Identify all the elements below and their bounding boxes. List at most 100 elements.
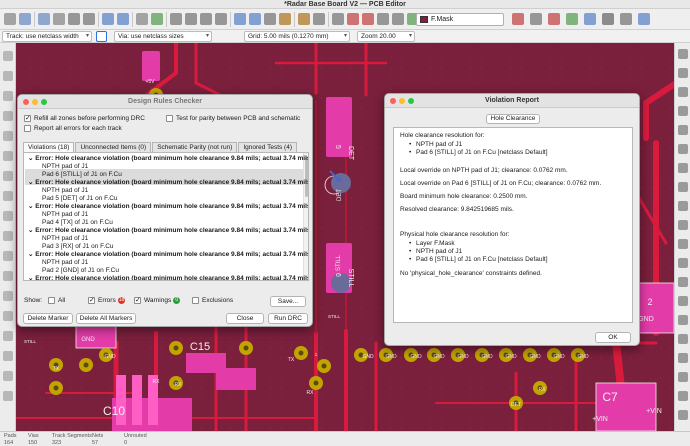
rule-area-icon[interactable]	[678, 220, 688, 230]
unlock-icon[interactable]	[298, 13, 310, 25]
report-all-checkbox[interactable]: Report all errors for each track	[24, 125, 122, 132]
dimension-tool-icon[interactable]	[678, 353, 688, 363]
pad-sketch-icon[interactable]	[3, 291, 13, 301]
rotate-cw-icon[interactable]	[249, 13, 261, 25]
measure-tool-icon[interactable]	[678, 410, 688, 420]
violation-item[interactable]: NPTH pad of J1	[42, 187, 88, 195]
tab-violations[interactable]: Violations (18)	[23, 142, 75, 152]
violation-row[interactable]: ⌄ Error: Hole clearance violation (board…	[28, 203, 308, 211]
close-window-button[interactable]	[390, 98, 396, 104]
route-track-icon[interactable]	[678, 125, 688, 135]
select-tool-icon[interactable]	[678, 49, 688, 59]
refresh-icon[interactable]	[151, 13, 163, 25]
save-report-button[interactable]: Save...	[270, 296, 306, 307]
plugin-icon[interactable]	[620, 13, 632, 25]
scripting-icon[interactable]	[602, 13, 614, 25]
circle-tool-icon[interactable]	[678, 296, 688, 306]
footprint-tool-icon[interactable]	[678, 106, 688, 116]
ok-button[interactable]: OK	[595, 332, 631, 343]
rectangle-tool-icon[interactable]	[678, 277, 688, 287]
local-ratsnest-icon[interactable]	[678, 87, 688, 97]
tab-unconnected[interactable]: Unconnected Items (0)	[75, 142, 152, 152]
save-icon[interactable]	[38, 13, 50, 25]
violation-item[interactable]: NPTH pad of J1	[42, 235, 88, 243]
rotate-ccw-icon[interactable]	[234, 13, 246, 25]
route-pair-icon[interactable]	[678, 144, 688, 154]
test-parity-checkbox[interactable]: Test for parity between PCB and schemati…	[166, 115, 300, 122]
refill-zones-checkbox[interactable]: Refill all zones before performing DRC	[24, 114, 145, 122]
violation-row[interactable]: ⌄ Error: Hole clearance violation (board…	[28, 155, 308, 163]
via-size-select[interactable]: Via: use netclass sizes ▾	[114, 31, 212, 42]
text-tool-icon[interactable]	[678, 334, 688, 344]
grid-icon[interactable]	[3, 91, 13, 101]
violation-row[interactable]: ⌄ Error: Hole clearance violation (board…	[28, 227, 308, 235]
flip-icon[interactable]	[264, 13, 276, 25]
tune-length-icon[interactable]	[678, 163, 688, 173]
polar-coords-icon[interactable]	[3, 111, 13, 121]
violation-row[interactable]: ⌄ Error: Hole clearance violation (board…	[28, 275, 308, 280]
violations-scrollbar[interactable]	[303, 153, 308, 280]
line-tool-icon[interactable]	[678, 239, 688, 249]
page-settings-icon[interactable]	[53, 13, 65, 25]
auto-width-toggle[interactable]	[96, 31, 107, 42]
track-sketch-icon[interactable]	[3, 331, 13, 341]
help-icon[interactable]	[638, 13, 650, 25]
undo-icon[interactable]	[102, 13, 114, 25]
violation-row[interactable]: ⌄ Error: Hole clearance violation (board…	[28, 251, 308, 259]
zoom-in-icon[interactable]	[170, 13, 182, 25]
violation-item[interactable]: Pad 6 [STILL] of J1 on F.Cu	[42, 171, 122, 179]
drc-marker-icon[interactable]	[3, 71, 13, 81]
cursor-style-icon[interactable]	[3, 191, 13, 201]
minimize-window-button[interactable]	[399, 98, 405, 104]
group-icon[interactable]	[313, 13, 325, 25]
filter-warnings-checkbox[interactable]: Warnings0	[134, 296, 181, 304]
violation-item[interactable]: NPTH pad of J1	[42, 211, 88, 219]
highlight-net-icon[interactable]	[678, 68, 688, 78]
lock-icon[interactable]	[279, 13, 291, 25]
zoom-out-icon[interactable]	[185, 13, 197, 25]
mils-icon[interactable]	[3, 151, 13, 161]
drc-icon[interactable]	[548, 13, 560, 25]
violation-item[interactable]: Pad 3 [RX] of J1 on F.Cu	[42, 243, 114, 251]
zoom-window-button[interactable]	[408, 98, 414, 104]
scrollbar-thumb[interactable]	[305, 157, 308, 197]
new-board-icon[interactable]	[4, 13, 16, 25]
redo-icon[interactable]	[117, 13, 129, 25]
high-contrast-icon[interactable]	[3, 351, 13, 361]
close-window-button[interactable]	[23, 99, 29, 105]
select-icon[interactable]	[3, 51, 13, 61]
filter-exclusions-checkbox[interactable]: Exclusions	[192, 297, 233, 304]
polygon-tool-icon[interactable]	[678, 315, 688, 325]
via-sketch-icon[interactable]	[3, 311, 13, 321]
appearance-icon[interactable]	[3, 391, 13, 401]
layer-pair-icon[interactable]	[512, 13, 524, 25]
plot-icon[interactable]	[83, 13, 95, 25]
drc-icon[interactable]	[362, 13, 374, 25]
zoom-selection-icon[interactable]	[215, 13, 227, 25]
arc-tool-icon[interactable]	[678, 258, 688, 268]
delete-tool-icon[interactable]	[678, 372, 688, 382]
footprint-browser-icon[interactable]	[392, 13, 404, 25]
curved-ratsnest-icon[interactable]	[3, 231, 13, 241]
schematic-icon[interactable]	[347, 13, 359, 25]
close-button[interactable]: Close	[226, 313, 264, 324]
zoom-window-button[interactable]	[41, 99, 47, 105]
router-icon[interactable]	[584, 13, 596, 25]
delete-all-markers-button[interactable]: Delete All Markers	[76, 313, 136, 324]
fill-zones-icon[interactable]	[566, 13, 578, 25]
tab-hole-clearance[interactable]: Hole Clearance	[486, 114, 540, 124]
delete-marker-button[interactable]: Delete Marker	[23, 313, 73, 324]
track-width-select[interactable]: Track: use netclass width ▾	[2, 31, 92, 42]
tab-ignored-tests[interactable]: Ignored Tests (4)	[238, 142, 297, 152]
filter-errors-checkbox[interactable]: Errors18	[88, 296, 126, 304]
tab-schematic-parity[interactable]: Schematic Parity (not run)	[152, 142, 238, 152]
violation-item[interactable]: Pad 4 [TX] of J1 on F.Cu	[42, 219, 113, 227]
violation-item[interactable]: NPTH pad of J1	[42, 163, 88, 171]
violation-row[interactable]: ⌄ Error: Hole clearance violation (board…	[28, 179, 308, 187]
open-icon[interactable]	[19, 13, 31, 25]
footprint-editor-icon[interactable]	[377, 13, 389, 25]
zoom-fit-icon[interactable]	[200, 13, 212, 25]
layer-select[interactable]: F.Mask	[416, 13, 504, 26]
search-icon[interactable]	[136, 13, 148, 25]
layer-mode-icon[interactable]	[530, 13, 542, 25]
